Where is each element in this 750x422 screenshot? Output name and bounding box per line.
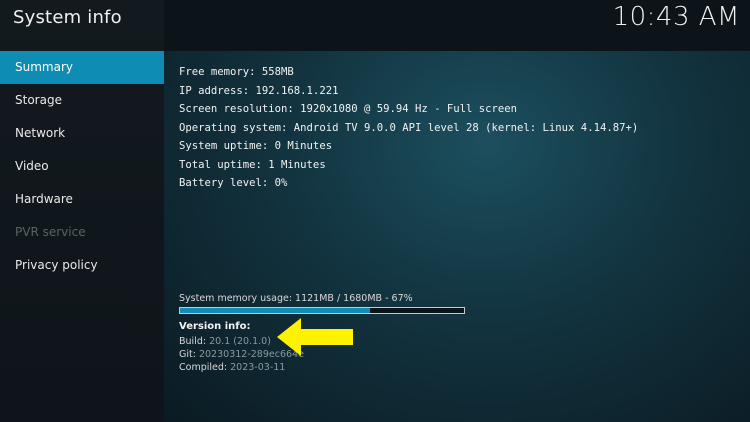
sidebar-item-hardware[interactable]: Hardware xyxy=(0,183,164,216)
system-info-screen: System info Summary Storage Network Vide… xyxy=(0,0,750,422)
battery-level-line: Battery level: 0% xyxy=(179,177,288,189)
clock: 10:43 AM xyxy=(612,2,740,32)
system-uptime-line: System uptime: 0 Minutes xyxy=(179,140,333,152)
operating-system-line: Operating system: Android TV 9.0.0 API l… xyxy=(179,121,639,134)
sidebar: System info Summary Storage Network Vide… xyxy=(0,0,164,422)
summary-info-list: Free memory: 558MB IP address: 192.168.1… xyxy=(179,63,638,193)
compiled-label: Compiled: xyxy=(179,362,228,373)
arrow-left-icon xyxy=(277,318,353,356)
version-info-title: Version info: xyxy=(179,321,251,332)
screen-resolution-line: Screen resolution: 1920x1080 @ 59.94 Hz … xyxy=(179,103,518,115)
memory-usage-bar xyxy=(179,307,465,314)
ip-address-line: IP address: 192.168.1.221 xyxy=(179,84,339,97)
sidebar-item-privacy-policy[interactable]: Privacy policy xyxy=(0,249,164,282)
sidebar-item-storage[interactable]: Storage xyxy=(0,84,164,117)
git-label: Git: xyxy=(179,349,196,360)
compiled-value: 2023-03-11 xyxy=(230,362,286,373)
build-row: Build: 20.1 (20.1.0) xyxy=(179,336,271,347)
page-title: System info xyxy=(13,7,122,28)
build-label: Build: xyxy=(179,336,207,347)
memory-usage-fill xyxy=(180,308,371,313)
sidebar-item-pvr-service: PVR service xyxy=(15,225,86,239)
summary-panel: Free memory: 558MB IP address: 192.168.1… xyxy=(164,51,750,422)
free-memory-line: Free memory: 558MB xyxy=(179,66,294,78)
sidebar-item-summary[interactable]: Summary xyxy=(0,51,164,84)
sidebar-item-video[interactable]: Video xyxy=(0,150,164,183)
memory-usage-label: System memory usage: 1121MB / 1680MB - 6… xyxy=(179,293,413,304)
sidebar-item-network[interactable]: Network xyxy=(0,117,164,150)
sidebar-menu: Summary Storage Network Video Hardware P… xyxy=(0,51,164,282)
compiled-row: Compiled: 2023-03-11 xyxy=(179,362,285,373)
build-value: 20.1 (20.1.0) xyxy=(209,336,271,347)
total-uptime-line: Total uptime: 1 Minutes xyxy=(179,158,326,171)
